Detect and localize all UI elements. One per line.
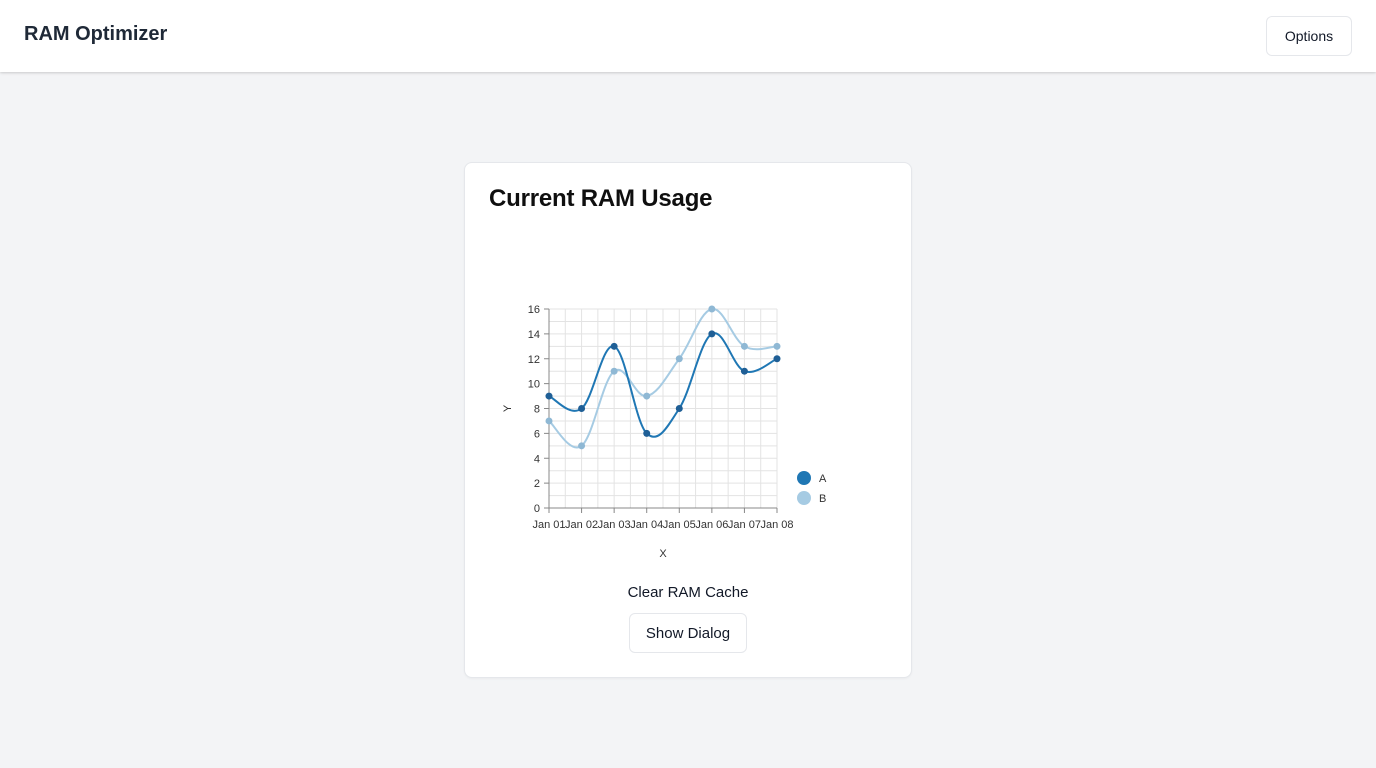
data-point-a (773, 355, 781, 363)
legend-swatch-a (797, 471, 811, 485)
data-point-b (578, 442, 586, 450)
clear-ram-cache-label: Clear RAM Cache (627, 584, 749, 601)
x-axis-label: X (659, 548, 667, 560)
x-tick-label: Jan 02 (565, 519, 598, 531)
data-point-a (643, 429, 651, 437)
x-tick-label: Jan 05 (663, 519, 696, 531)
y-tick-label: 2 (534, 478, 540, 490)
data-point-b (708, 305, 716, 313)
y-axis-label: Y (502, 404, 514, 412)
y-tick-label: 0 (534, 503, 540, 515)
data-point-b (545, 417, 553, 425)
legend-swatch-b (797, 491, 811, 505)
data-point-b (643, 392, 651, 400)
x-tick-label: Jan 07 (728, 519, 761, 531)
data-point-b (773, 342, 781, 350)
legend-label: B (819, 493, 826, 505)
ram-usage-card: Current RAM Usage 0 2 4 6 8 10 12 14 16 Jan 01 Jan… (464, 162, 912, 678)
data-point-a (675, 405, 683, 412)
data-point-a (545, 392, 553, 400)
x-tick-label: Jan 08 (760, 519, 793, 531)
data-point-a (610, 342, 618, 350)
y-tick-label: 12 (528, 354, 540, 366)
data-point-a (578, 405, 586, 412)
y-tick-label: 16 (528, 304, 540, 316)
data-point-b (675, 355, 683, 363)
data-point-a (740, 367, 748, 375)
x-tick-label: Jan 06 (695, 519, 728, 531)
data-point-b (740, 342, 748, 350)
x-tick-label: Jan 04 (630, 519, 663, 531)
y-tick-label: 6 (534, 428, 540, 440)
y-tick-label: 4 (534, 453, 540, 465)
x-tick-label: Jan 03 (598, 519, 631, 531)
show-dialog-button[interactable]: Show Dialog (629, 613, 747, 653)
legend-label: A (819, 473, 827, 485)
data-point-b (610, 367, 618, 375)
top-bar: RAM Optimizer Options (0, 0, 1376, 72)
y-tick-label: 10 (528, 379, 540, 391)
options-button[interactable]: Options (1266, 16, 1352, 56)
ram-usage-chart: 0246810121416Jan 01 Jan 02 Jan 03 Jan 04 Jan… (502, 304, 827, 560)
y-tick-label: 8 (534, 404, 540, 416)
y-tick-label: 14 (528, 329, 540, 341)
x-tick-label: Jan 01 (532, 519, 565, 531)
app-title: RAM Optimizer (24, 23, 168, 45)
data-point-a (708, 330, 716, 338)
